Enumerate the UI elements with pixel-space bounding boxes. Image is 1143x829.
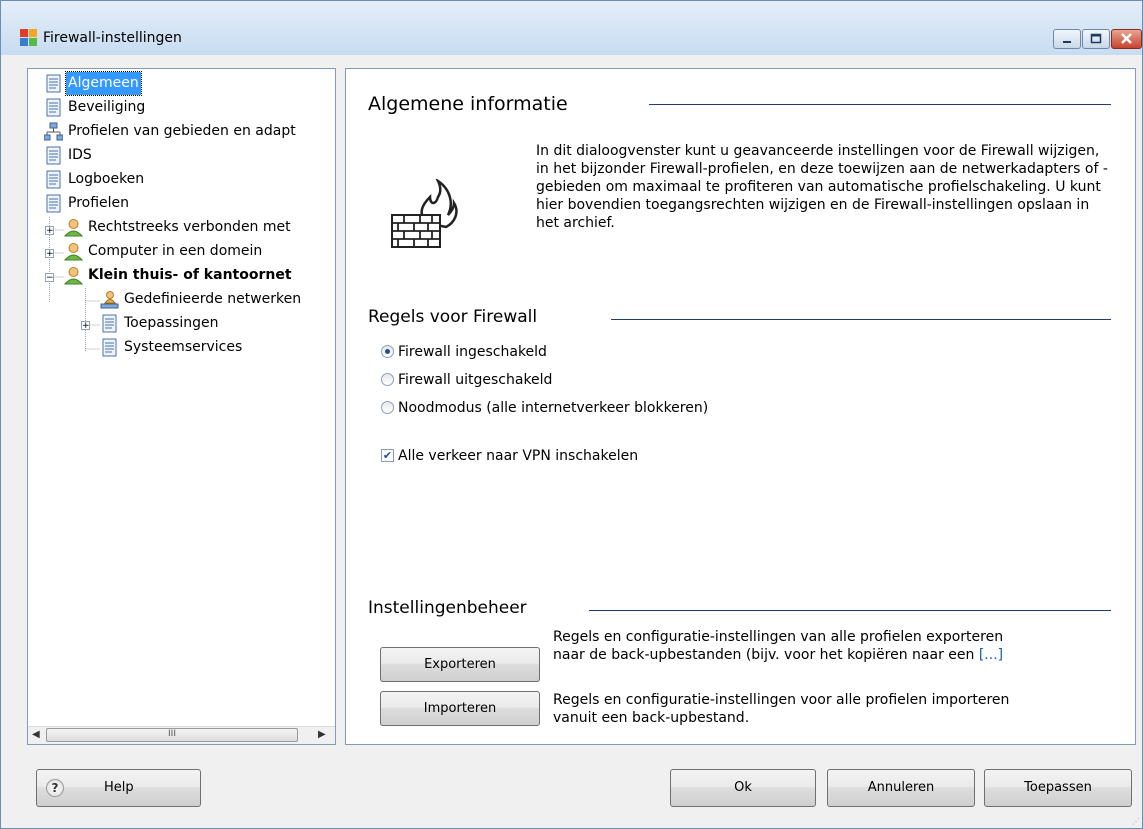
- collapse-toggle[interactable]: −: [45, 273, 54, 283]
- tree-item-label: Gedefinieerde netwerken: [124, 291, 302, 307]
- tree-item-rechtstreeks-verbonden[interactable]: Rechtstreeks verbonden met: [64, 216, 293, 239]
- maximize-icon: [1090, 33, 1102, 44]
- avg-app-icon: [20, 29, 37, 46]
- tree-item-label: Computer in een domein: [88, 243, 263, 259]
- close-icon: [1121, 33, 1132, 44]
- window-title: Firewall-instellingen: [43, 30, 182, 46]
- export-desc-line1: Regels en configuratie-instellingen van …: [553, 629, 1004, 645]
- tree-item-label: Klein thuis- of kantoornet: [88, 267, 292, 283]
- scrollbar-thumb[interactable]: III: [46, 728, 298, 742]
- tree-item-label: Rechtstreeks verbonden met: [88, 219, 291, 235]
- import-button[interactable]: Importeren: [380, 691, 540, 726]
- rules-divider: [611, 319, 1111, 320]
- tree-item-computer-domein[interactable]: Computer in een domein: [64, 240, 264, 263]
- resize-grip-icon[interactable]: ⋰: [1132, 817, 1140, 826]
- tree-item-gedefinieerde-netwerken[interactable]: Gedefinieerde netwerken: [100, 288, 303, 311]
- radio-label: Firewall uitgeschakeld: [398, 372, 553, 388]
- radio-label: Noodmodus (alle internetverkeer blokkere…: [398, 400, 709, 416]
- export-desc-line2-wrap: naar de back-upbestanden (bijv. voor het…: [553, 646, 1113, 664]
- tree-item-label: Profielen van gebieden en adapt: [68, 123, 296, 139]
- radio-button[interactable]: [381, 401, 394, 414]
- tree-item-label: Logboeken: [68, 171, 145, 187]
- expand-toggle[interactable]: +: [45, 226, 54, 236]
- user-icon: [64, 267, 83, 285]
- expand-toggle[interactable]: +: [81, 321, 90, 331]
- tree-item-algemeen[interactable]: Algemeen: [44, 71, 142, 96]
- radio-label: Firewall ingeschakeld: [398, 344, 547, 360]
- firewall-icon: [391, 179, 458, 248]
- ok-button[interactable]: Ok: [670, 769, 816, 807]
- title-divider: [649, 104, 1111, 105]
- scroll-right-icon[interactable]: ▶: [318, 729, 326, 740]
- cancel-button[interactable]: Annuleren: [827, 769, 975, 807]
- maximize-button[interactable]: [1082, 29, 1110, 49]
- help-button[interactable]: ? Help: [36, 769, 201, 807]
- network-icon: [44, 122, 63, 141]
- tree-item-systeemservices[interactable]: Systeemservices: [100, 336, 244, 359]
- close-button[interactable]: [1111, 29, 1142, 49]
- thumb-grip: III: [168, 729, 176, 739]
- export-button[interactable]: Exporteren: [380, 647, 540, 682]
- radio-button[interactable]: [381, 345, 394, 358]
- network-user-icon: [100, 291, 119, 309]
- firewall-rules-title: Regels voor Firewall: [368, 307, 538, 327]
- page-icon: [46, 170, 61, 189]
- user-icon: [64, 243, 83, 261]
- tree-item-klein-thuis-kantoornet[interactable]: Klein thuis- of kantoornet: [64, 264, 294, 287]
- export-desc-line2: naar de back-upbestanden (bijv. voor het…: [553, 647, 975, 663]
- tree-item-label: Beveiliging: [68, 99, 146, 115]
- scroll-left-icon[interactable]: ◀: [32, 729, 40, 740]
- settings-tree[interactable]: Algemeen Beveiliging Profielen van gebie…: [27, 68, 336, 745]
- minimize-icon: [1063, 41, 1071, 43]
- page-icon: [46, 74, 61, 93]
- tree-item-profielen[interactable]: Profielen: [44, 192, 131, 215]
- more-link[interactable]: [...]: [979, 647, 1003, 663]
- checkbox-label: Alle verkeer naar VPN inschakelen: [398, 448, 639, 464]
- tree-item-profielen-gebieden[interactable]: Profielen van gebieden en adapt: [44, 120, 298, 143]
- tree-item-label: Profielen: [68, 195, 130, 211]
- tree-item-logboeken[interactable]: Logboeken: [44, 168, 146, 191]
- page-icon: [102, 314, 117, 333]
- tree-item-label: Algemeen: [65, 71, 142, 96]
- tree-item-toepassingen[interactable]: Toepassingen: [100, 312, 221, 335]
- apply-button[interactable]: Toepassen: [984, 769, 1132, 807]
- import-desc-line2: vanuit een back-upbestand.: [553, 710, 750, 726]
- checkbox[interactable]: ✔: [381, 449, 394, 462]
- tree-horizontal-scrollbar[interactable]: ◀ III ▶: [28, 726, 335, 744]
- user-icon: [64, 219, 83, 237]
- minimize-button[interactable]: [1053, 29, 1081, 49]
- import-description: Regels en configuratie-instellingen voor…: [553, 691, 1113, 727]
- tree-item-label: Systeemservices: [124, 339, 243, 355]
- general-info-title: Algemene informatie: [368, 93, 568, 115]
- page-icon: [102, 338, 117, 357]
- help-label: Help: [104, 780, 134, 795]
- tree-item-label: IDS: [68, 147, 92, 163]
- page-icon: [46, 146, 61, 165]
- general-info-text: In dit dialoogvenster kunt u geavanceerd…: [536, 143, 1108, 231]
- dialog-window: Firewall-instellingen Algemeen Beveiligi…: [0, 0, 1143, 829]
- expand-toggle[interactable]: +: [45, 249, 54, 259]
- tree-item-beveiliging[interactable]: Beveiliging: [44, 96, 147, 119]
- page-icon: [46, 194, 61, 213]
- settings-management-title: Instellingenbeheer: [368, 598, 527, 618]
- import-desc-line1: Regels en configuratie-instellingen voor…: [553, 692, 1010, 708]
- radio-button[interactable]: [381, 373, 394, 386]
- export-description: Regels en configuratie-instellingen van …: [553, 628, 1113, 664]
- help-icon: ?: [46, 779, 64, 797]
- page-icon: [46, 98, 61, 117]
- management-divider: [589, 610, 1111, 611]
- tree-item-ids[interactable]: IDS: [44, 144, 94, 167]
- tree-item-label: Toepassingen: [124, 315, 219, 331]
- title-bar: Firewall-instellingen: [1, 1, 1142, 55]
